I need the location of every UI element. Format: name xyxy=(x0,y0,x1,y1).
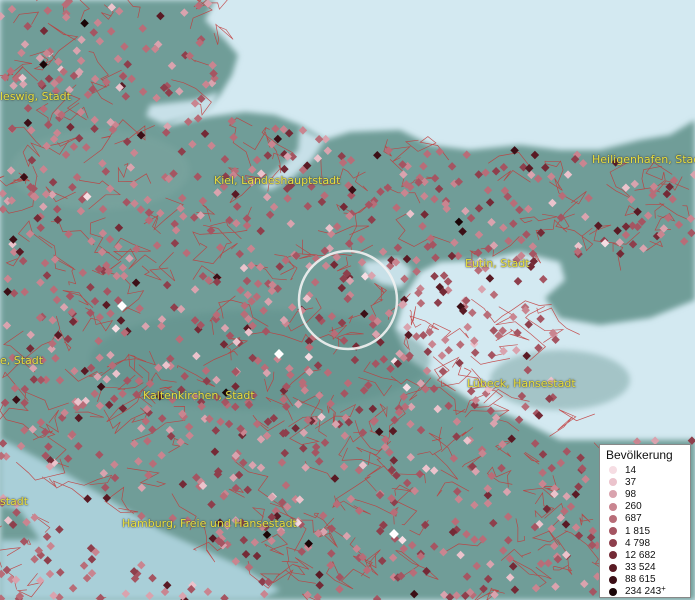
legend-swatch-icon xyxy=(609,527,617,536)
map-canvas[interactable] xyxy=(0,0,695,600)
legend-entry: 88 615 xyxy=(606,574,686,586)
place-label-luebeck[interactable]: Lübeck, Hansestadt xyxy=(467,377,576,390)
legend-entry: 14 xyxy=(606,464,686,476)
legend-swatch-icon xyxy=(609,466,617,475)
legend-label: 1 815 xyxy=(625,525,651,537)
legend-label-suffix: + xyxy=(661,584,666,594)
legend-swatch-icon xyxy=(609,575,617,584)
legend-entry: 12 682 xyxy=(606,549,686,561)
place-label-eutin[interactable]: Eutin, Stadt xyxy=(465,257,530,270)
legend-entries: 14 37 98 260 687 1 815 4 798 12 682 33 524 88 615… xyxy=(606,464,686,598)
legend-label: 12 682 xyxy=(625,549,656,561)
legend-label: 37 xyxy=(625,476,637,488)
place-label-partial-southwest[interactable]: stadt xyxy=(0,495,28,508)
legend-entry: 260 xyxy=(606,501,686,513)
legend-entry: 234 243 + xyxy=(606,584,686,598)
legend-label: 234 243 xyxy=(625,586,662,598)
legend-entry: 98 xyxy=(606,488,686,500)
legend-entry: 1 815 xyxy=(606,525,686,537)
legend-label: 260 xyxy=(625,501,642,513)
legend-swatch-icon xyxy=(609,490,617,499)
legend-entry: 33 524 xyxy=(606,562,686,574)
legend-title: Bevölkerung xyxy=(606,448,673,462)
population-legend: Bevölkerung 14 37 98 260 687 1 815 4 798 12 682… xyxy=(599,444,691,598)
legend-swatch-icon xyxy=(609,502,617,511)
legend-label: 98 xyxy=(625,488,637,500)
legend-entry: 37 xyxy=(606,476,686,488)
legend-swatch-icon xyxy=(609,539,617,548)
place-label-heiligenhafen[interactable]: Heiligenhafen, Stadt xyxy=(592,153,695,166)
legend-swatch-icon xyxy=(609,587,617,596)
place-label-schleswig[interactable]: leswig, Stadt xyxy=(0,90,71,103)
place-label-hamburg[interactable]: Hamburg, Freie und Hansestadt xyxy=(122,517,297,530)
legend-entry: 687 xyxy=(606,513,686,525)
legend-label: 14 xyxy=(625,464,637,476)
place-label-kiel[interactable]: Kiel, Landeshauptstadt xyxy=(214,174,340,187)
legend-swatch-icon xyxy=(609,563,617,572)
legend-entry: 4 798 xyxy=(606,537,686,549)
legend-swatch-icon xyxy=(609,478,617,487)
legend-swatch-icon xyxy=(609,551,617,560)
legend-label: 4 798 xyxy=(625,537,651,549)
legend-label: 88 615 xyxy=(625,574,656,586)
legend-swatch-icon xyxy=(609,514,617,523)
place-label-partial-west[interactable]: e, Stadt xyxy=(0,354,43,367)
legend-label: 687 xyxy=(625,513,642,525)
legend-label: 33 524 xyxy=(625,562,656,574)
place-label-kaltenkirchen[interactable]: Kaltenkirchen, Stadt xyxy=(143,389,255,402)
